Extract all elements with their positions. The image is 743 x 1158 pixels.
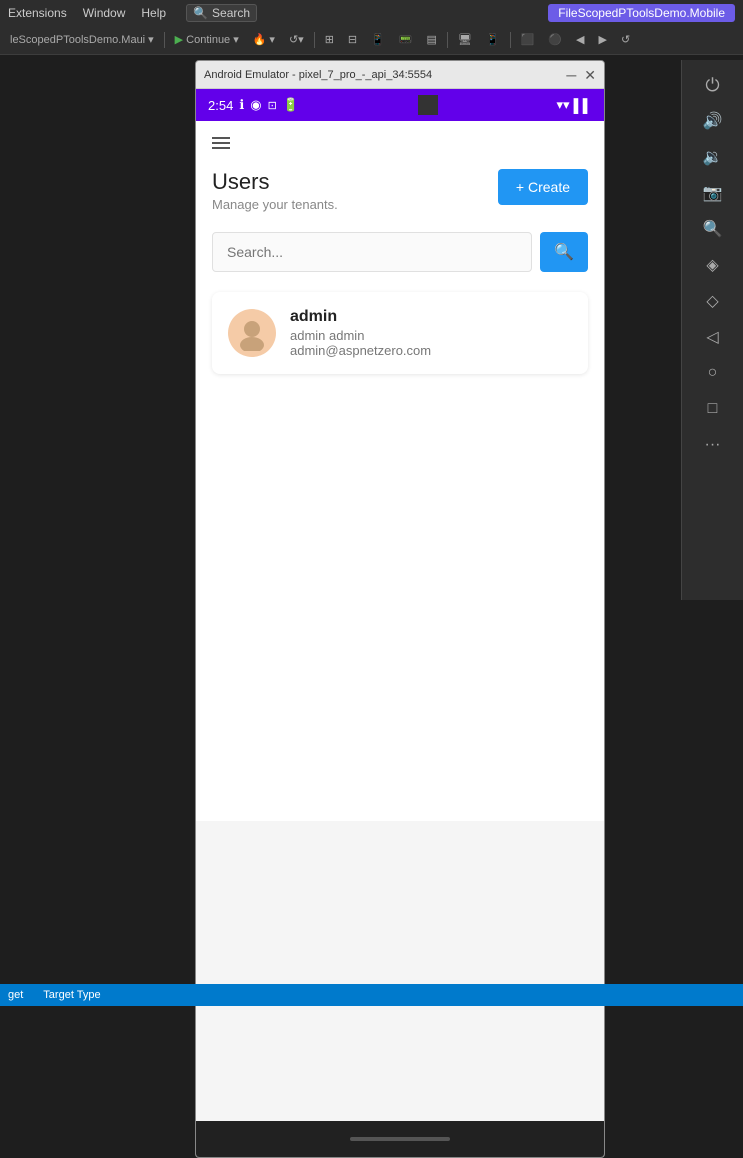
continue-btn[interactable]: ▶ Continue ▾ [169, 31, 245, 48]
right-panel: ⏻ 🔊 🔉 📷 🔍 ◈ ◇ ◁ ○ □ ··· [681, 60, 743, 600]
status-nfc-icon: ◉ [250, 97, 261, 113]
search-btn-icon: 🔍 [554, 244, 574, 261]
hamburger-menu[interactable] [212, 137, 588, 149]
volume-down-icon: 🔉 [703, 147, 723, 167]
avatar [228, 309, 276, 357]
window-controls: ─ ✕ [566, 68, 596, 82]
menu-bar: Extensions Window Help 🔍 Search FileScop… [0, 0, 743, 25]
search-input[interactable] [212, 232, 532, 272]
camera-notch [418, 95, 438, 115]
page-subtitle: Manage your tenants. [212, 197, 338, 212]
search-bar[interactable]: 🔍 Search [186, 4, 257, 22]
separator [164, 32, 165, 48]
home-btn[interactable]: ○ [692, 356, 734, 390]
status-battery-icon: 🔋 [283, 97, 299, 113]
camera-icon: 📷 [703, 183, 723, 203]
user-name: admin [290, 308, 572, 326]
back-icon: ◁ [706, 327, 718, 347]
nav-bar [196, 1121, 604, 1157]
status-bar: 2:54 ℹ ◉ ⊡ 🔋 ▾▾ ▌▌ [196, 89, 604, 121]
user-info: admin admin admin admin@aspnetzero.com [290, 308, 572, 358]
status-target-type: Target Type [43, 989, 100, 1001]
shape1-btn[interactable]: ◈ [692, 248, 734, 282]
shape2-btn[interactable]: ◇ [692, 284, 734, 318]
power-btn[interactable]: ⏻ [692, 68, 734, 102]
volume-up-btn[interactable]: 🔊 [692, 104, 734, 138]
menu-extensions[interactable]: Extensions [8, 6, 67, 20]
signal-icon: ▌▌ [574, 98, 592, 113]
toolbar-nav-right[interactable]: ▶ [593, 31, 613, 48]
volume-down-btn[interactable]: 🔉 [692, 140, 734, 174]
home-icon: ○ [708, 364, 718, 382]
toolbar-dot[interactable]: ⚫ [542, 31, 568, 48]
more-icon: ··· [705, 436, 721, 454]
users-header: Users Manage your tenants. + Create [212, 169, 588, 212]
user-fullname: admin admin [290, 328, 572, 343]
toolbar: leScopedPToolsDemo.Maui ▾ ▶ Continue ▾ 🔥… [0, 25, 743, 55]
status-info-icon: ℹ [239, 97, 244, 113]
page-title: Users [212, 169, 338, 195]
back-btn[interactable]: ◁ [692, 320, 734, 354]
minimize-btn[interactable]: ─ [566, 68, 576, 82]
search-container: 🔍 [212, 232, 588, 272]
toolbar-layout[interactable]: ⊟ [342, 31, 363, 48]
volume-up-icon: 🔊 [703, 111, 723, 131]
emulator-wrapper: Android Emulator - pixel_7_pro_-_api_34:… [195, 60, 605, 995]
user-card[interactable]: admin admin admin admin@aspnetzero.com [212, 292, 588, 374]
camera-btn[interactable]: 📷 [692, 176, 734, 210]
diamond-fill-icon: ◈ [706, 255, 718, 275]
zoom-in-icon: 🔍 [703, 219, 723, 239]
toolbar-terminal[interactable]: ▤ [421, 31, 443, 48]
empty-content-area [196, 821, 604, 1121]
toolbar-monitor[interactable]: 🖥 [452, 31, 478, 48]
toolbar-record[interactable]: ⬛ [515, 31, 541, 48]
avatar-svg [234, 315, 270, 351]
sep3 [447, 32, 448, 48]
status-left: 2:54 ℹ ◉ ⊡ 🔋 [208, 97, 299, 113]
wifi-icon: ▾▾ [557, 97, 570, 113]
toolbar-flame[interactable]: 🔥▾ [247, 31, 281, 48]
recents-icon: □ [708, 400, 718, 418]
users-title-block: Users Manage your tenants. [212, 169, 338, 212]
search-label: Search [212, 6, 250, 20]
menu-help[interactable]: Help [141, 6, 166, 20]
app-content: Users Manage your tenants. + Create 🔍 [196, 121, 604, 821]
status-right: ▾▾ ▌▌ [557, 97, 592, 113]
toolbar-device2[interactable]: 📟 [393, 31, 419, 48]
close-btn[interactable]: ✕ [584, 68, 596, 82]
sep4 [510, 32, 511, 48]
power-icon: ⏻ [705, 75, 719, 96]
emulator-title-bar: Android Emulator - pixel_7_pro_-_api_34:… [196, 61, 604, 89]
zoom-in-btn[interactable]: 🔍 [692, 212, 734, 246]
bottom-status-bar: get Target Type [0, 984, 743, 1006]
nav-pill [350, 1137, 450, 1141]
sep2 [314, 32, 315, 48]
eraser-icon: ◇ [706, 291, 718, 311]
menu-window[interactable]: Window [83, 6, 126, 20]
more-btn[interactable]: ··· [692, 428, 734, 462]
create-button[interactable]: + Create [498, 169, 588, 205]
toolbar-phone[interactable]: 📱 [480, 31, 506, 48]
toolbar-nav-left[interactable]: ◀ [570, 31, 590, 48]
search-icon: 🔍 [193, 6, 208, 20]
toolbar-grid[interactable]: ⊞ [319, 31, 340, 48]
search-button[interactable]: 🔍 [540, 232, 588, 272]
emulator-title: Android Emulator - pixel_7_pro_-_api_34:… [204, 69, 432, 81]
status-get: get [8, 989, 23, 1001]
user-email: admin@aspnetzero.com [290, 343, 572, 358]
toolbar-device[interactable]: 📱 [365, 31, 391, 48]
status-cast-icon: ⊡ [268, 99, 277, 112]
toolbar-refresh2[interactable]: ↺ [615, 31, 636, 48]
toolbar-refresh[interactable]: ↺▾ [283, 31, 310, 48]
status-time: 2:54 [208, 98, 233, 113]
project-dropdown[interactable]: leScopedPToolsDemo.Maui ▾ [4, 31, 160, 48]
active-tab-badge[interactable]: FileScopedPToolsDemo.Mobile [548, 4, 735, 22]
recents-btn[interactable]: □ [692, 392, 734, 426]
